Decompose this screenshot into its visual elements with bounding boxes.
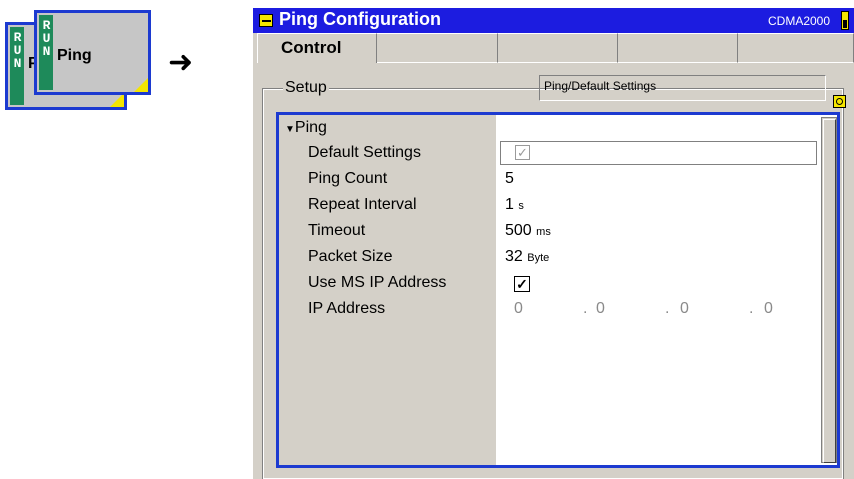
setup-field: Ping/Default Settings <box>539 75 826 101</box>
standard-label: CDMA2000 <box>768 14 831 28</box>
setup-status-icon <box>833 95 846 108</box>
tree-expand-icon: ▼ <box>285 124 295 135</box>
run-text: RUN <box>10 30 25 69</box>
scrollbar[interactable] <box>821 117 837 463</box>
tab-control[interactable]: Control <box>257 33 377 63</box>
corner-marker-icon <box>110 93 124 107</box>
run-indicator: RUN <box>39 15 54 90</box>
window-menu-icon[interactable] <box>259 14 273 27</box>
ping-configuration-window: Ping Configuration CDMA2000 Control Setu… <box>253 8 854 479</box>
arrow-right-icon: ➜ <box>168 46 194 79</box>
run-indicator: RUN <box>10 27 25 105</box>
setup-label: Setup <box>283 79 329 97</box>
softkey-label: Ping <box>57 47 92 64</box>
tab-bar: Control <box>257 33 854 63</box>
settings-panel: ▼Ping <box>276 112 840 468</box>
ping-softkey[interactable]: RUN Ping <box>34 10 151 95</box>
tree-header-ping[interactable]: ▼Ping <box>285 119 327 137</box>
tab-2[interactable] <box>377 33 498 63</box>
tab-5[interactable] <box>738 33 854 63</box>
tab-3[interactable] <box>498 33 618 63</box>
title-bar: Ping Configuration CDMA2000 <box>253 8 854 33</box>
scrollbar-thumb[interactable] <box>823 119 836 463</box>
tab-4[interactable] <box>618 33 738 63</box>
run-text: RUN <box>39 18 54 57</box>
corner-marker-icon <box>134 78 148 92</box>
window-title: Ping Configuration <box>279 9 441 29</box>
phone-icon <box>841 11 849 30</box>
labels-column <box>279 115 496 465</box>
